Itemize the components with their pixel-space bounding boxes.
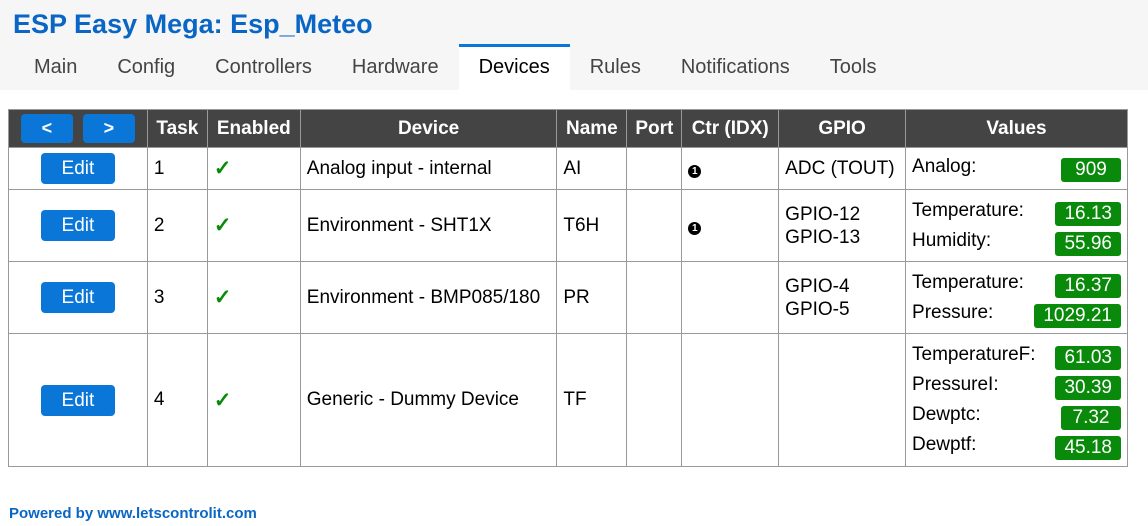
- enabled-check-icon: ✓: [213, 388, 232, 412]
- gpio-pin: GPIO-5: [785, 298, 850, 320]
- value-row: TemperatureF: 61.03: [912, 340, 1121, 370]
- devices-table: < > Task Enabled Device Name Port Ctr (ID…: [8, 109, 1128, 467]
- device-port: [626, 261, 683, 334]
- header-values: Values: [905, 109, 1128, 148]
- tab-notifications[interactable]: Notifications: [661, 44, 810, 88]
- device-port: [626, 333, 683, 467]
- device-name: PR: [556, 261, 628, 334]
- value-row: Temperature: 16.13: [912, 196, 1121, 226]
- device-type: Environment - BMP085/180: [299, 261, 558, 334]
- value-badge: 7.32: [1061, 406, 1121, 430]
- tab-config[interactable]: Config: [97, 44, 195, 88]
- task-number: 2: [146, 189, 208, 262]
- enabled-check-icon: ✓: [213, 286, 232, 309]
- page-title: ESP Easy Mega: Esp_Meteo: [13, 9, 373, 39]
- header-task: Task: [146, 109, 208, 148]
- gpio-cell: [778, 333, 907, 467]
- page-header: ESP Easy Mega: Esp_Meteo Main Config Con…: [0, 0, 1148, 90]
- value-badge: 45.18: [1055, 436, 1121, 460]
- value-label: Dewptf:: [912, 434, 977, 455]
- device-port: [626, 147, 683, 190]
- value-row: Analog: 909: [912, 152, 1121, 182]
- prev-page-button[interactable]: <: [20, 114, 73, 143]
- device-type: Generic - Dummy Device: [299, 333, 558, 467]
- tab-devices[interactable]: Devices: [458, 44, 570, 90]
- value-badge: 909: [1061, 157, 1121, 182]
- gpio-pin: ADC (TOUT): [785, 158, 895, 179]
- value-badge: 30.39: [1055, 376, 1121, 400]
- value-badge: 16.13: [1055, 201, 1121, 226]
- main-menu: Main Config Controllers Hardware Devices…: [14, 44, 897, 90]
- tab-hardware[interactable]: Hardware: [332, 44, 459, 88]
- device-name: T6H: [556, 189, 628, 262]
- tab-rules[interactable]: Rules: [570, 44, 661, 88]
- controller-idx: [681, 261, 780, 334]
- edit-button-task-1[interactable]: Edit: [40, 153, 115, 184]
- device-name: AI: [556, 147, 628, 190]
- value-row: Pressure: 1029.21: [912, 298, 1121, 328]
- edit-button-task-4[interactable]: Edit: [40, 384, 115, 416]
- tab-main[interactable]: Main: [14, 44, 97, 88]
- value-label: Dewptc:: [912, 404, 981, 425]
- value-label: Temperature:: [912, 199, 1024, 221]
- device-name: TF: [556, 333, 628, 467]
- enabled-check-icon: ✓: [213, 214, 232, 237]
- value-label: Humidity:: [912, 229, 992, 251]
- gpio-pin: GPIO-4: [785, 275, 850, 297]
- value-badge: 1029.21: [1034, 303, 1121, 328]
- table-header-row: < > Task Enabled Device Name Port Ctr (ID…: [8, 109, 1128, 148]
- value-badge: 55.96: [1055, 231, 1121, 256]
- enabled-check-icon: ✓: [213, 157, 232, 180]
- table-row: Edit 4 ✓ Generic - Dummy Device TF Tempe…: [8, 333, 1128, 467]
- table-row: Edit 2 ✓ Environment - SHT1X T6H 1 GPIO-…: [8, 189, 1128, 262]
- powered-by-link[interactable]: Powered by www.letscontrolit.com: [9, 505, 257, 522]
- gpio-pin: GPIO-12: [785, 203, 861, 225]
- tab-controllers[interactable]: Controllers: [195, 44, 332, 88]
- next-page-button[interactable]: >: [82, 114, 135, 143]
- value-row: Humidity: 55.96: [912, 226, 1121, 256]
- task-number: 1: [146, 147, 208, 190]
- pager-header: < >: [8, 109, 148, 148]
- header-port: Port: [626, 109, 683, 148]
- value-row: Dewptc: 7.32: [912, 400, 1121, 430]
- device-type: Environment - SHT1X: [299, 189, 558, 262]
- value-label: Temperature:: [912, 271, 1024, 293]
- value-row: Temperature: 16.37: [912, 268, 1121, 298]
- device-port: [626, 189, 683, 262]
- gpio-pin: GPIO-13: [785, 226, 861, 248]
- value-label: Analog:: [912, 155, 977, 177]
- table-row: Edit 1 ✓ Analog input - internal AI 1 AD…: [8, 147, 1128, 190]
- value-badge: 61.03: [1055, 346, 1121, 370]
- controller-1-icon: 1: [688, 164, 702, 178]
- header-gpio: GPIO: [778, 109, 907, 148]
- table-row: Edit 3 ✓ Environment - BMP085/180 PR GPI…: [8, 261, 1128, 334]
- controller-1-icon: 1: [688, 221, 702, 235]
- value-label: PressureI:: [912, 374, 999, 395]
- tab-tools[interactable]: Tools: [810, 44, 897, 88]
- task-number: 4: [146, 333, 208, 467]
- edit-button-task-2[interactable]: Edit: [40, 210, 115, 241]
- edit-button-task-3[interactable]: Edit: [40, 282, 115, 313]
- header-name: Name: [556, 109, 628, 148]
- device-type: Analog input - internal: [299, 147, 558, 190]
- controller-idx: [681, 333, 780, 467]
- value-badge: 16.37: [1055, 273, 1121, 298]
- header-enabled: Enabled: [206, 109, 301, 148]
- header-device: Device: [299, 109, 558, 148]
- header-ctr-idx: Ctr (IDX): [681, 109, 780, 148]
- value-row: Dewptf: 45.18: [912, 430, 1121, 460]
- value-row: PressureI: 30.39: [912, 370, 1121, 400]
- value-label: TemperatureF:: [912, 344, 1036, 365]
- value-label: Pressure:: [912, 301, 994, 323]
- task-number: 3: [146, 261, 208, 334]
